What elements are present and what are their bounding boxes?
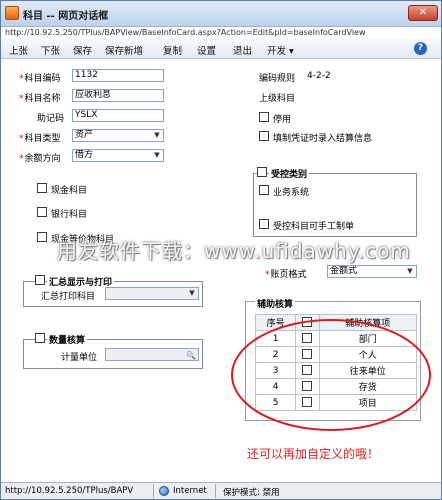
status-divider <box>153 484 154 498</box>
mnemonic-input[interactable]: YSLX <box>72 109 164 122</box>
manual-checkbox[interactable] <box>259 219 269 229</box>
status-zone: Internet <box>173 486 207 496</box>
mnemonic-label: 助记码 <box>37 114 65 124</box>
cash-equiv-checkbox[interactable] <box>37 232 47 242</box>
settle-label: 填制凭证时录入结算信息 <box>273 134 373 144</box>
type-select-value: 资产 <box>75 130 94 140</box>
status-divider <box>215 484 216 498</box>
disabled-checkbox[interactable] <box>259 112 269 122</box>
direction-select[interactable]: 借方 ▼ <box>72 149 164 162</box>
manual-label: 受控科目可手工制单 <box>273 222 355 232</box>
name-label: *科目名称 <box>19 94 61 104</box>
settings-button[interactable]: 设置 <box>197 43 216 57</box>
watermark: 用友软件下载：www.ufidawhy.com <box>57 239 411 263</box>
type-label: *科目类型 <box>19 134 61 144</box>
cash-label: 现金科目 <box>51 186 88 196</box>
parent-label: 上级科目 <box>259 94 296 104</box>
status-bar: http://10.92.5.250/TPlus/BAPV Internet 保… <box>1 482 441 499</box>
copy-button[interactable]: 复制 <box>163 43 182 57</box>
unit-lookup[interactable]: 🔍 <box>105 348 199 361</box>
coding-rule-value: 4-2-2 <box>307 71 331 81</box>
cash-checkbox[interactable] <box>37 183 47 193</box>
next-button[interactable]: 下张 <box>41 43 60 57</box>
bank-checkbox[interactable] <box>37 207 47 217</box>
save-button[interactable]: 保存 <box>73 43 92 57</box>
status-mode: 保护模式: 禁用 <box>223 488 280 498</box>
dialog-window: 科目 -- 网页对话框 ✕ http://10.92.5.250/TPlus/B… <box>0 0 442 500</box>
coding-rule-label: 编码规则 <box>259 74 296 84</box>
quantity-title: 数量核算 <box>47 333 88 346</box>
balance-format-value: 金额式 <box>330 266 358 276</box>
bank-label: 银行科目 <box>51 210 88 220</box>
name-input[interactable]: 应收利息 <box>72 89 164 102</box>
controlled-checkbox[interactable] <box>257 167 267 177</box>
annotation-text: 还可以再加自定义的哦！ <box>247 447 380 461</box>
window-url: http://10.92.5.250/TPlus/BAPView/BaseInf… <box>5 28 366 37</box>
disabled-label: 停用 <box>273 115 292 125</box>
chevron-down-icon: ▼ <box>154 131 160 139</box>
direction-select-value: 借方 <box>75 150 94 160</box>
window-title: 科目 -- 网页对话框 <box>23 7 108 22</box>
status-url: http://10.92.5.250/TPlus/BAPV <box>5 486 134 496</box>
develop-menu[interactable]: 开发 ▾ <box>267 43 294 57</box>
code-input[interactable]: 1132 <box>72 69 164 82</box>
balance-format-select[interactable]: 金额式 ▼ <box>327 265 417 278</box>
highlight-oval <box>231 319 431 431</box>
summary-print-field-label: 汇总打印科目 <box>41 292 96 302</box>
summary-print-select[interactable]: ▼ <box>105 287 199 300</box>
exit-button[interactable]: 退出 <box>233 43 252 57</box>
chevron-down-icon: ▼ <box>189 289 195 297</box>
title-bar[interactable]: 科目 -- 网页对话框 ✕ <box>1 1 441 27</box>
code-label: *科目编码 <box>19 74 61 84</box>
settle-checkbox[interactable] <box>259 131 269 141</box>
save-new-button[interactable]: 保存新增 <box>105 43 143 57</box>
prev-button[interactable]: 上张 <box>9 43 28 57</box>
unit-label: 计量单位 <box>61 353 98 363</box>
help-icon[interactable]: ? <box>414 42 427 55</box>
auxiliary-title: 辅助核算 <box>255 297 296 310</box>
globe-icon <box>159 486 169 496</box>
summary-print-title: 汇总显示与打印 <box>47 275 115 288</box>
chevron-down-icon: ▼ <box>407 267 413 275</box>
quantity-checkbox[interactable] <box>35 333 45 343</box>
summary-print-checkbox[interactable] <box>35 275 45 285</box>
direction-label: *余额方向 <box>19 154 61 164</box>
window-title-text: 科目 -- 网页对话框 <box>23 11 109 22</box>
controlled-title: 受控类别 <box>269 167 310 180</box>
business-label: 业务系统 <box>273 188 310 198</box>
type-select[interactable]: 资产 ▼ <box>72 129 164 142</box>
search-icon[interactable]: 🔍 <box>186 350 196 360</box>
business-checkbox[interactable] <box>259 185 269 195</box>
chevron-down-icon: ▼ <box>154 151 160 159</box>
close-button[interactable]: ✕ <box>408 5 438 21</box>
balance-format-label: *账页格式 <box>265 270 307 280</box>
toolbar: 上张 下张 保存 保存新增 复制 设置 退出 开发 ▾ ? <box>1 39 441 59</box>
app-icon <box>5 6 19 20</box>
